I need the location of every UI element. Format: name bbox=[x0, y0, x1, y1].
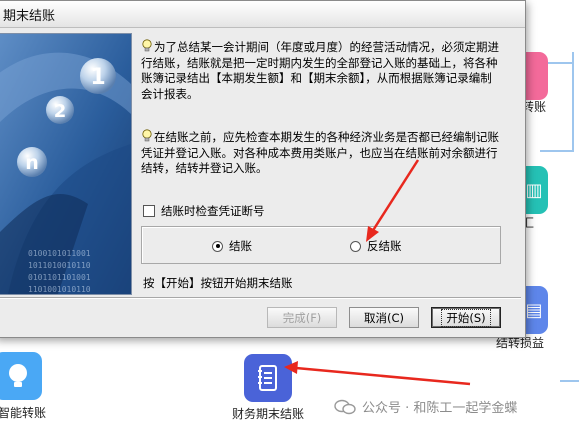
flow-connector bbox=[560, 380, 579, 382]
svg-text:1101001010110: 1101001010110 bbox=[28, 285, 91, 294]
period-close-dialog: 期末结账 0100101011001 1011010010110 0101101… bbox=[0, 0, 526, 338]
unclose-radio-label: 反结账 bbox=[367, 239, 402, 253]
smart-transfer-label: 智能转账 bbox=[0, 406, 47, 420]
close-mode-group: 结账 反结账 bbox=[141, 226, 501, 264]
start-hint: 按【开始】按钮开始期末结账 bbox=[143, 276, 293, 290]
precheck-text: 在结账之前，应先检查本期发生的各种经济业务是否都已经编制记账凭证并登记入账。对各… bbox=[141, 130, 499, 175]
svg-text:0100101011001: 0100101011001 bbox=[28, 249, 91, 258]
check-voucher-gap-label: 结账时检查凭证断号 bbox=[161, 204, 265, 218]
dialog-content: 为了总结某一会计期间（年度或月度）的经营活动情况，必须定期进行结账，结账就是把一… bbox=[137, 33, 505, 293]
svg-text:1011010010110: 1011010010110 bbox=[28, 261, 91, 270]
watermark: 公众号 · 和陈工一起学金蝶 bbox=[334, 397, 517, 416]
unclose-radio[interactable] bbox=[350, 240, 361, 252]
lightbulb-icon bbox=[9, 364, 27, 387]
number-ball-1: 1 bbox=[80, 58, 116, 94]
close-radio[interactable] bbox=[212, 240, 223, 252]
number-ball-n: n bbox=[17, 147, 47, 177]
svg-text:1: 1 bbox=[90, 65, 105, 90]
dialog-title: 期末结账 bbox=[3, 8, 56, 24]
svg-text:n: n bbox=[25, 152, 39, 174]
number-ball-2: 2 bbox=[46, 96, 74, 124]
flow-connector bbox=[572, 52, 574, 152]
svg-text:0101101101001: 0101101101001 bbox=[28, 273, 91, 282]
close-radio-label: 结账 bbox=[229, 239, 252, 253]
dialog-titlebar[interactable]: 期末结账 bbox=[0, 1, 525, 28]
cancel-button[interactable]: 取消(C) bbox=[349, 307, 419, 328]
unclose-option[interactable]: 反结账 bbox=[350, 238, 402, 254]
profit-loss-icon: ▤ bbox=[525, 299, 543, 321]
period-close-tile[interactable] bbox=[244, 354, 292, 402]
start-button[interactable]: 开始(S) bbox=[431, 307, 501, 328]
arrow-to-period-close-tile bbox=[284, 361, 471, 386]
check-voucher-gap-checkbox[interactable] bbox=[143, 205, 155, 217]
finish-button-label: 完成(F) bbox=[282, 310, 322, 325]
watermark-text: 公众号 · 和陈工一起学金蝶 bbox=[362, 401, 518, 416]
flow-connector bbox=[540, 150, 574, 152]
start-button-label: 开始(S) bbox=[441, 308, 491, 327]
notebook-icon bbox=[258, 365, 277, 391]
wizard-illustration: 0100101011001 1011010010110 010110110100… bbox=[0, 33, 132, 295]
button-separator bbox=[0, 297, 521, 299]
wechat-icon bbox=[334, 399, 356, 414]
intro-text: 为了总结某一会计期间（年度或月度）的经营活动情况，必须定期进行结账，结账就是把一… bbox=[141, 40, 499, 101]
cancel-button-label: 取消(C) bbox=[363, 310, 404, 325]
check-voucher-gap-option[interactable]: 结账时检查凭证断号 bbox=[143, 203, 265, 219]
summary-icon: ▥ bbox=[525, 179, 543, 201]
period-close-label: 财务期末结账 bbox=[232, 407, 305, 421]
intro-paragraph: 为了总结某一会计期间（年度或月度）的经营活动情况，必须定期进行结账，结账就是把一… bbox=[141, 39, 501, 102]
smart-transfer-tile[interactable] bbox=[0, 352, 42, 400]
finish-button[interactable]: 完成(F) bbox=[267, 307, 337, 328]
lightbulb-icon bbox=[142, 129, 152, 142]
lightbulb-icon bbox=[142, 39, 152, 52]
close-option[interactable]: 结账 bbox=[212, 238, 252, 254]
precheck-paragraph: 在结账之前，应先检查本期发生的各种经济业务是否都已经编制记账凭证并登记入账。对各… bbox=[141, 129, 501, 177]
svg-text:2: 2 bbox=[54, 101, 67, 122]
